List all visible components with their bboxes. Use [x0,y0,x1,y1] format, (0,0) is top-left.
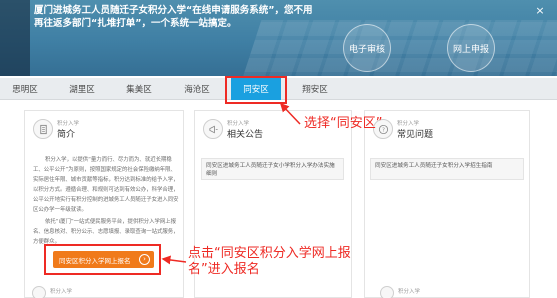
intro-paragraph-1: 积分入学，以提供“量力而行、尽力而为、就近长期稳工、公平公开”为原则，按照国家规… [33,157,179,213]
annotation-click-apply: 点击“同安区积分入学网上报名”进入报名 [188,246,351,277]
notice-list-item[interactable]: 同安区进城务工人员随迁子女小学积分入学办法实施细则 [201,158,344,180]
faq-card: ? 积分入学 常见问题 [364,110,530,298]
intro-text: 积分入学，以提供“量力而行、尽力而为、就近长期稳工、公平公开”为原则，按照国家规… [33,155,179,249]
document-icon [33,119,53,139]
hero-description: 厦门进城务工人员随迁子女积分入学“在线申请服务系统”，您不用再往返多部门“扎堆打… [34,5,313,29]
bottom-left-icon [32,286,46,298]
tab-siming[interactable]: 思明区 [0,78,50,100]
tab-huli[interactable]: 湖里区 [57,78,107,100]
notice-subtitle: 积分入学 [227,121,250,127]
annotation-select-district: 选择“同安区” [304,116,383,131]
faq-title: 常见问题 [397,130,434,140]
faq-subtitle: 积分入学 [397,121,420,127]
tab-jimei[interactable]: 集美区 [114,78,164,100]
online-apply-button[interactable]: 网上申报 [447,24,495,72]
tab-xiangan[interactable]: 翔安区 [290,78,340,100]
notice-title: 相关公告 [227,130,264,140]
bottom-left-subtitle: 积分入学 [50,289,73,295]
faq-list-item[interactable]: 同安区进城务工人员随迁子女积分入学招生指南 [370,158,524,180]
hero-shade [0,0,30,76]
bottom-right-icon [380,286,394,298]
intro-paragraph-2: 依托“i厦门”一站式便民服务平台，提供积分入学网上报名、信息核对、积分公示、志愿… [33,219,179,245]
close-icon[interactable]: × [533,4,547,18]
tab-haicang[interactable]: 海沧区 [172,78,222,100]
bottom-right-subtitle: 积分入学 [398,289,421,295]
intro-subtitle: 积分入学 [57,121,80,127]
intro-title: 简介 [57,130,76,140]
megaphone-icon [203,119,223,139]
apply-highlight-box [44,244,161,275]
hero-banner: 厦门进城务工人员随迁子女积分入学“在线申请服务系统”，您不用再往返多部门“扎堆打… [0,0,557,76]
electronic-review-button[interactable]: 电子审核 [343,24,391,72]
tab-highlight-box [225,76,287,104]
